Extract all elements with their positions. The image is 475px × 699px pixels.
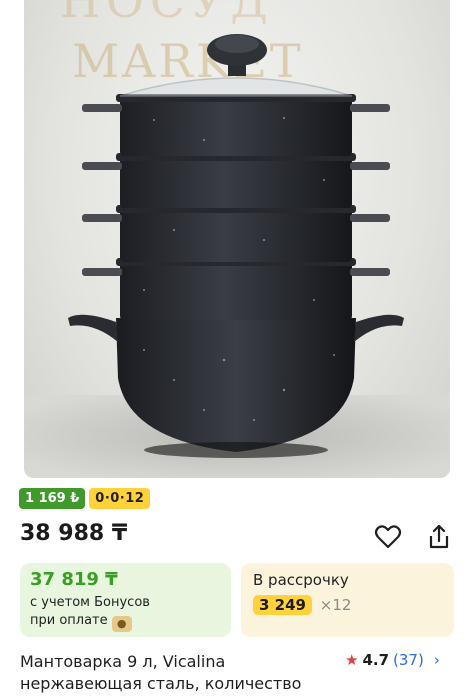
- product-title-line: Мантоварка 9 л, Vicalina: [20, 652, 226, 671]
- share-icon[interactable]: [424, 522, 454, 552]
- bonus-note-line: с учетом Бонусов: [30, 595, 150, 610]
- product-price: 38 988 ₸: [20, 521, 128, 546]
- star-icon: ★: [345, 651, 359, 669]
- reviews-count: (37): [393, 651, 424, 669]
- rating-value: 4.7: [362, 651, 390, 669]
- steamer-pot-illustration: [24, 34, 450, 478]
- bonus-note-line: при оплате ●: [30, 612, 221, 632]
- rating-link[interactable]: ★ 4.7 (37) ›: [345, 651, 440, 669]
- chevron-right-icon: ›: [433, 651, 440, 669]
- product-title: Мантоварка 9 л, Vicalina нержавеющая ста…: [20, 651, 340, 695]
- bonus-badge: 1 169 ₺: [19, 488, 86, 509]
- installment-times: ×12: [319, 596, 352, 614]
- product-photo[interactable]: НОСУД MARKET: [24, 0, 450, 478]
- installment-badge: 0·0·12: [89, 488, 151, 509]
- installment-title: В рассрочку: [253, 571, 349, 589]
- heart-icon[interactable]: [373, 522, 403, 552]
- bonus-price-card[interactable]: 37 819 ₸ с учетом Бонусов при оплате ●: [20, 563, 231, 637]
- bonus-note: с учетом Бонусов при оплате ●: [30, 594, 221, 632]
- installment-amount: 3 249: [253, 595, 312, 615]
- product-title-line: нержавеющая сталь, количество: [20, 674, 302, 693]
- installment-row: 3 249 ×12: [253, 595, 442, 615]
- promo-badges: 1 169 ₺ 0·0·12: [19, 488, 151, 509]
- coin-icon: ●: [111, 616, 132, 632]
- installment-card[interactable]: В рассрочку 3 249 ×12: [241, 563, 454, 637]
- bonus-price: 37 819 ₸: [30, 569, 118, 590]
